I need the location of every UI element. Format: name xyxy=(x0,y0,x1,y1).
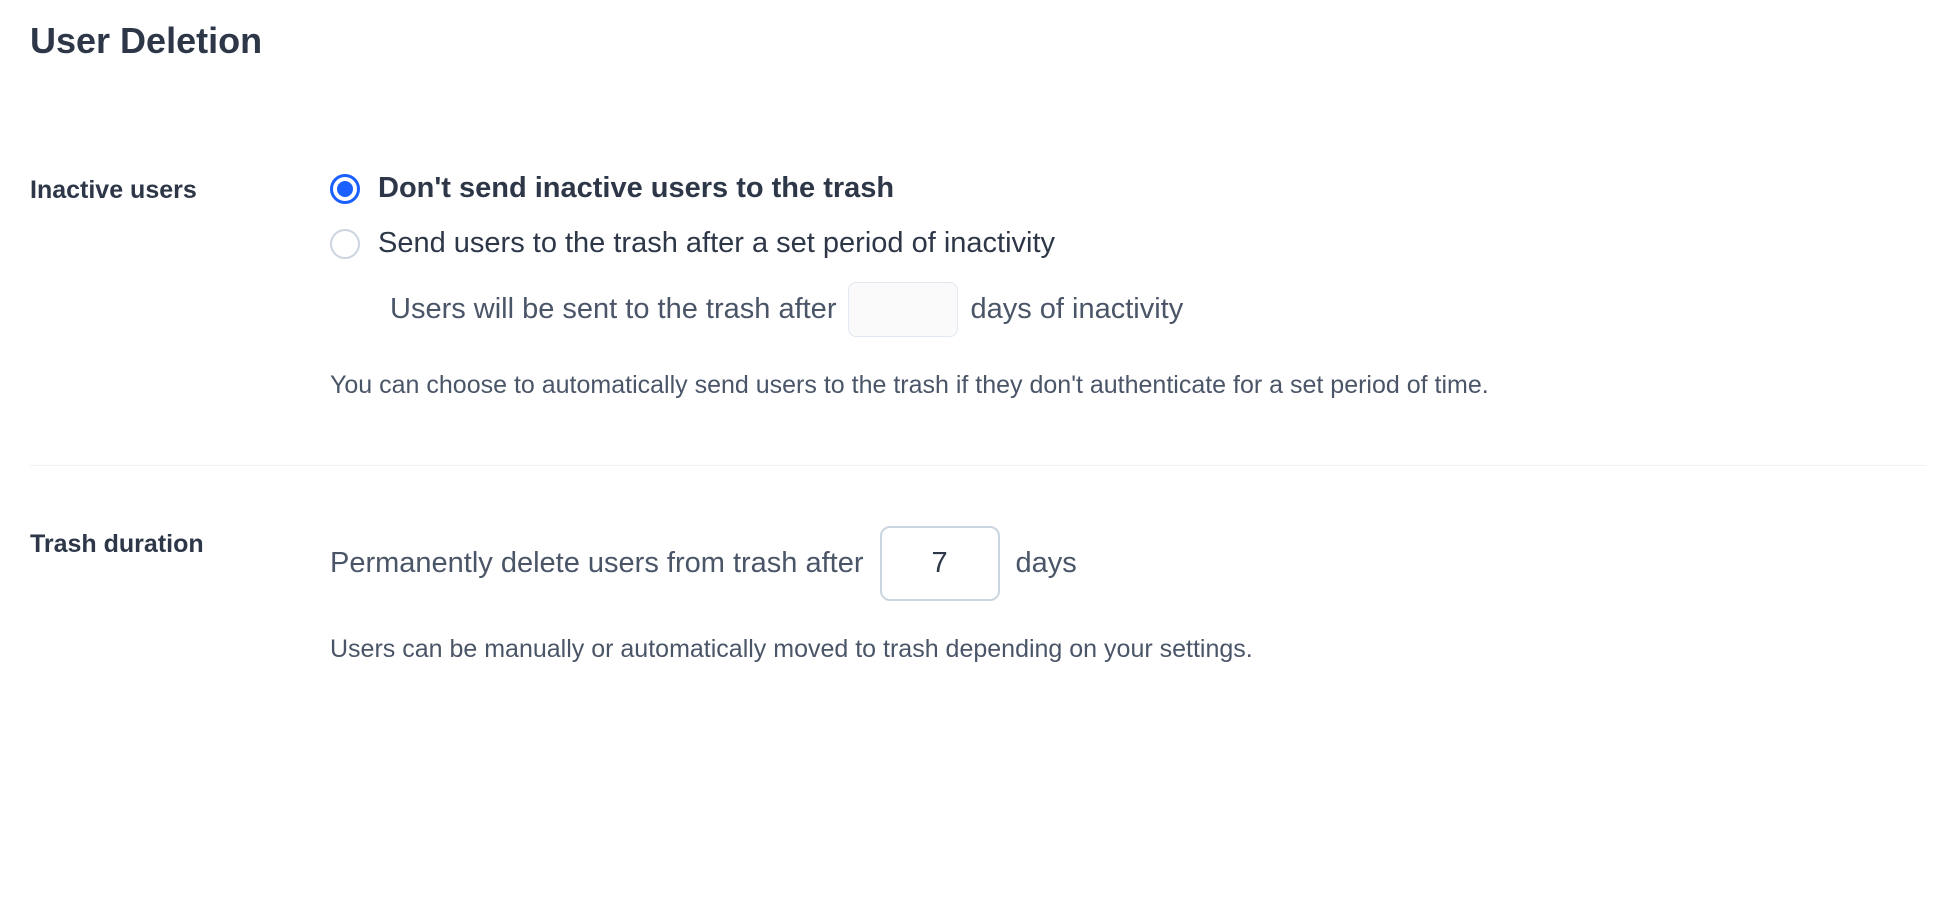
trash-suffix-text: days xyxy=(1016,547,1077,580)
trash-duration-label: Trash duration xyxy=(30,526,290,559)
radio-dont-send-label: Don't send inactive users to the trash xyxy=(378,172,894,205)
trash-duration-content: Permanently delete users from trash afte… xyxy=(330,526,1926,669)
inactive-users-label: Inactive users xyxy=(30,172,290,205)
section-divider xyxy=(30,465,1926,466)
radio-send-label: Send users to the trash after a set peri… xyxy=(378,227,1055,260)
radio-dont-send[interactable] xyxy=(330,174,360,204)
inactive-users-content: Don't send inactive users to the trash S… xyxy=(330,172,1926,405)
radio-option-send: Send users to the trash after a set peri… xyxy=(330,227,1926,260)
inactivity-days-row: Users will be sent to the trash after da… xyxy=(390,282,1926,337)
inactivity-suffix-text: days of inactivity xyxy=(970,293,1183,326)
page-title: User Deletion xyxy=(30,20,1926,62)
inactive-users-section: Inactive users Don't send inactive users… xyxy=(30,172,1926,405)
inactive-users-help-text: You can choose to automatically send use… xyxy=(330,367,1926,405)
trash-duration-row: Permanently delete users from trash afte… xyxy=(330,526,1926,601)
inactivity-prefix-text: Users will be sent to the trash after xyxy=(390,293,836,326)
radio-checked-icon xyxy=(330,174,360,204)
trash-duration-section: Trash duration Permanently delete users … xyxy=(30,526,1926,669)
trash-duration-help-text: Users can be manually or automatically m… xyxy=(330,631,1926,669)
radio-unchecked-icon xyxy=(330,229,360,259)
inactivity-days-input[interactable] xyxy=(848,282,958,337)
radio-send[interactable] xyxy=(330,229,360,259)
radio-option-dont-send: Don't send inactive users to the trash xyxy=(330,172,1926,205)
trash-days-input[interactable] xyxy=(880,526,1000,601)
trash-prefix-text: Permanently delete users from trash afte… xyxy=(330,547,864,580)
